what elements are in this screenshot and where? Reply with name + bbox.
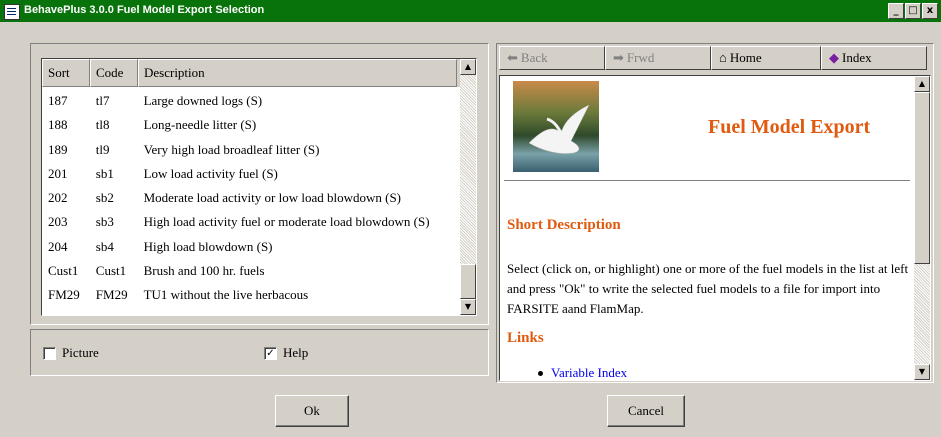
row-sort: 201	[48, 165, 68, 181]
swan-image	[513, 81, 599, 172]
links-heading: Links	[507, 330, 544, 346]
row-code: tl7	[95, 93, 110, 108]
list-row[interactable]: Cust1 Cust1 Brush and 100 hr. fuels	[42, 259, 462, 283]
picture-label: Picture	[62, 345, 99, 360]
row-sort: Cust1	[48, 263, 79, 279]
row-code: FM29	[95, 287, 128, 303]
title-bar: BehavePlus 3.0.0 Fuel Model Export Selec…	[0, 0, 941, 22]
back-arrow-icon: ⬅	[507, 50, 518, 65]
scroll-up-icon[interactable]: ▲	[914, 76, 930, 92]
divider	[504, 180, 910, 182]
list-row[interactable]: 201 sb1 Low load activity fuel (S)	[42, 162, 462, 186]
forward-label: Frwd	[626, 50, 655, 65]
picture-checkbox[interactable]: Picture	[43, 345, 99, 361]
row-description: Very high load broadleaf litter (S)	[143, 141, 320, 157]
maximize-button[interactable]: □	[905, 3, 921, 19]
ok-button[interactable]: Ok	[275, 395, 349, 427]
list-row[interactable]: 204 sb4 High load blowdown (S)	[42, 235, 462, 259]
index-label: Index	[842, 50, 872, 65]
help-label: Help	[283, 345, 309, 360]
row-description: Long-needle litter (S)	[143, 117, 257, 133]
help-checkbox[interactable]: ✓ Help	[264, 345, 308, 361]
list-row[interactable]: 202 sb2 Moderate load activity or low load…	[42, 186, 462, 210]
window-controls: _ □ x	[888, 3, 938, 19]
row-sort: 204	[48, 238, 68, 254]
window-title: BehavePlus 3.0.0 Fuel Model Export Selec…	[24, 4, 265, 16]
help-panel: ⬅ Back ➡ Frwd ⌂ Home ◆ Index Fuel Model …	[496, 43, 934, 383]
fuel-model-list-panel: Sort Code Description 187 tl7 Large downed…	[30, 43, 489, 325]
help-content: Fuel Model Export Short Description Sele…	[499, 75, 931, 381]
list-row[interactable]: 189 tl9 Very high load broadleaf litter (S…	[42, 138, 462, 162]
row-code: sb4	[95, 238, 114, 254]
list-row[interactable]: 203 sb3 High load activity fuel or moderat…	[42, 210, 462, 234]
fuel-model-listbox[interactable]: Sort Code Description 187 tl7 Large downed…	[41, 58, 477, 316]
row-code: tl8	[95, 117, 110, 133]
list-header: Sort Code Description	[42, 59, 462, 87]
app-icon	[4, 4, 20, 20]
options-panel: Picture ✓ Help	[30, 329, 489, 376]
help-scrollbar[interactable]: ▲ ▼	[914, 76, 930, 380]
back-button[interactable]: ⬅ Back	[499, 46, 605, 70]
back-label: Back	[520, 50, 548, 65]
forward-arrow-icon: ➡	[613, 50, 624, 65]
variable-index-link[interactable]: Variable Index	[538, 365, 627, 380]
row-code: sb3	[95, 214, 114, 230]
column-header-sort[interactable]: Sort	[42, 59, 90, 87]
scroll-down-icon[interactable]: ▼	[460, 299, 476, 315]
row-description: High load activity fuel or moderate load…	[143, 214, 430, 230]
row-sort: FM29	[48, 287, 80, 303]
scroll-up-icon[interactable]: ▲	[460, 59, 476, 75]
list-row[interactable]: 187 tl7 Large downed logs (S)	[42, 89, 462, 113]
minimize-button[interactable]: _	[888, 3, 904, 19]
row-code: tl9	[95, 141, 110, 157]
row-description: High load blowdown (S)	[143, 238, 273, 254]
scroll-down-icon[interactable]: ▼	[914, 364, 930, 380]
home-button[interactable]: ⌂ Home	[711, 46, 821, 70]
list-row[interactable]: FM29 FM29 TU1 without the live herbacous	[42, 283, 462, 307]
list-row[interactable]: 188 tl8 Long-needle litter (S)	[42, 113, 462, 137]
row-code: sb1	[95, 165, 114, 181]
list-scrollbar[interactable]: ▲ ▼	[460, 59, 476, 315]
variable-index-label[interactable]: Variable Index	[551, 365, 627, 380]
row-sort: 202	[48, 190, 68, 206]
row-description: Large downed logs (S)	[143, 93, 263, 108]
home-label: Home	[729, 50, 762, 65]
row-sort: 189	[48, 141, 68, 157]
help-navigation: ⬅ Back ➡ Frwd ⌂ Home ◆ Index	[499, 46, 927, 72]
row-description: Low load activity fuel (S)	[143, 165, 278, 181]
list-rows: 187 tl7 Large downed logs (S) 188 tl8 Long-n…	[42, 89, 462, 308]
short-description-heading: Short Description	[507, 217, 621, 233]
row-sort: 188	[48, 117, 68, 133]
help-page-title: Fuel Model Export	[708, 116, 871, 138]
index-button[interactable]: ◆ Index	[821, 46, 927, 70]
close-button[interactable]: x	[922, 3, 938, 19]
bullet-icon	[538, 370, 543, 376]
scroll-thumb[interactable]	[914, 92, 930, 264]
row-sort: 187	[48, 93, 68, 108]
short-description-text: Select (click on, or highlight) one or m…	[507, 261, 909, 316]
row-description: TU1 without the live herbacous	[143, 287, 309, 303]
row-sort: 203	[48, 214, 68, 230]
checkmark-icon[interactable]: ✓	[264, 346, 277, 360]
forward-button[interactable]: ➡ Frwd	[605, 46, 711, 70]
column-header-code[interactable]: Code	[90, 59, 138, 87]
cancel-button[interactable]: Cancel	[607, 395, 685, 427]
row-code: sb2	[95, 190, 114, 206]
book-icon: ◆	[829, 50, 839, 65]
scroll-thumb[interactable]	[460, 264, 476, 299]
column-header-description[interactable]: Description	[138, 59, 457, 87]
picture-checkbox-box[interactable]	[43, 346, 56, 360]
row-description: Brush and 100 hr. fuels	[143, 263, 265, 279]
row-code: Cust1	[95, 263, 127, 279]
row-description: Moderate load activity or low load blowd…	[143, 190, 402, 206]
home-icon: ⌂	[719, 50, 727, 65]
